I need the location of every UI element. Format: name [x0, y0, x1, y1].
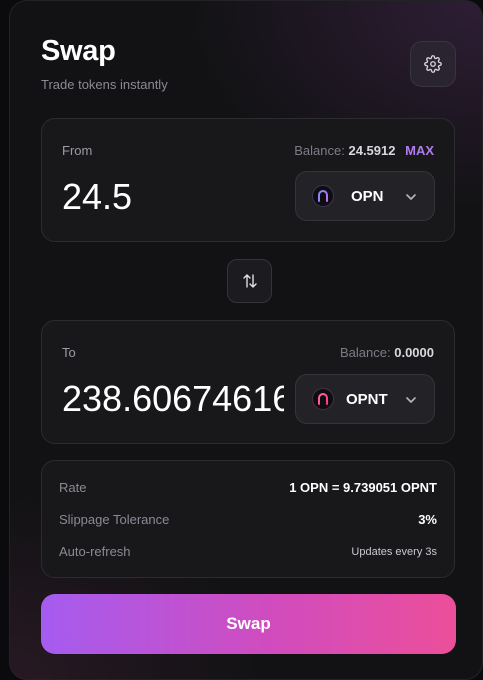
gear-icon	[424, 55, 442, 73]
from-token-name: OPN	[351, 187, 384, 205]
to-amount-output	[62, 377, 284, 421]
to-label: To	[62, 345, 76, 360]
rate-label: Rate	[59, 480, 87, 495]
slippage-value: 3%	[418, 512, 437, 527]
slippage-label: Slippage Tolerance	[59, 512, 170, 527]
settings-button[interactable]	[410, 41, 456, 87]
rate-value: 1 OPN = 9.739051 OPNT	[289, 480, 437, 495]
from-label: From	[62, 143, 93, 158]
swap-direction-button[interactable]	[227, 259, 272, 303]
from-balance-label: Balance:	[294, 143, 345, 158]
from-balance: Balance: 24.5912 MAX	[294, 143, 434, 158]
to-token-name: OPNT	[346, 390, 388, 408]
chevron-down-icon	[406, 397, 416, 403]
auto-refresh-label: Auto-refresh	[59, 544, 131, 559]
to-balance: Balance: 0.0000	[340, 345, 434, 360]
max-button[interactable]: MAX	[405, 143, 434, 158]
to-token-select[interactable]: OPNT	[295, 374, 435, 424]
to-panel: To Balance: 0.0000 OPNT	[41, 320, 455, 444]
swap-details-panel: Rate 1 OPN = 9.739051 OPNT Slippage Tole…	[41, 460, 455, 578]
from-amount-input[interactable]	[62, 175, 284, 219]
from-balance-value: 24.5912	[348, 143, 396, 158]
from-token-select[interactable]: OPN	[295, 171, 435, 221]
swap-button[interactable]: Swap	[41, 594, 456, 654]
opn-token-icon	[312, 185, 334, 207]
swap-card: Swap Trade tokens instantly From Balance…	[9, 0, 483, 680]
to-balance-value: 0.0000	[394, 345, 434, 360]
auto-refresh-value: Updates every 3s	[351, 545, 437, 558]
to-balance-label: Balance:	[340, 345, 391, 360]
swap-arrows-icon	[242, 274, 257, 288]
auto-refresh-row: Auto-refresh Updates every 3s	[59, 544, 437, 559]
rate-row: Rate 1 OPN = 9.739051 OPNT	[59, 480, 437, 495]
from-panel: From Balance: 24.5912 MAX OPN	[41, 118, 455, 242]
page-title: Swap	[41, 35, 116, 67]
page-subtitle: Trade tokens instantly	[41, 77, 168, 92]
chevron-down-icon	[406, 194, 416, 200]
slippage-row: Slippage Tolerance 3%	[59, 512, 437, 527]
opnt-token-icon	[312, 388, 334, 410]
